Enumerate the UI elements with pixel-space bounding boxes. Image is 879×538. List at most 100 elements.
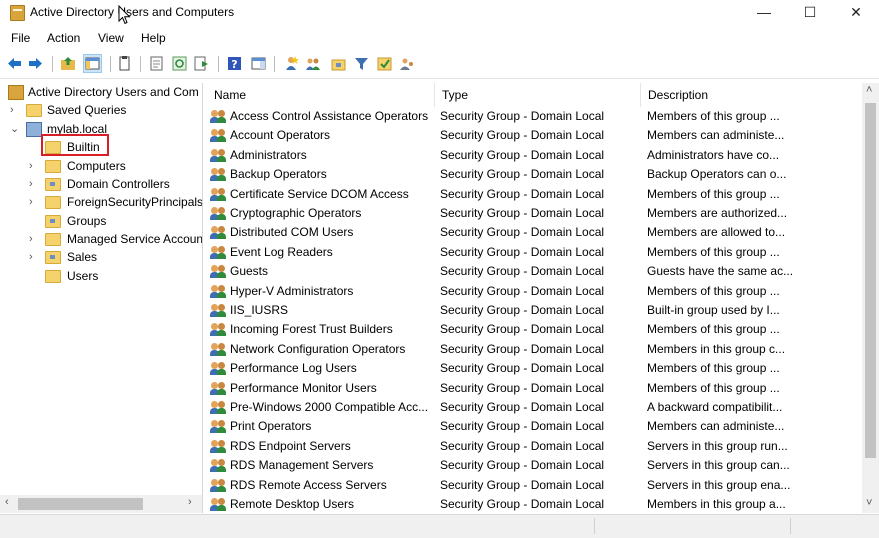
chevron-right-icon[interactable]: › xyxy=(29,230,33,248)
table-row[interactable]: Administrators Security Group - Domain Lo… xyxy=(206,146,862,165)
menu-action[interactable]: Action xyxy=(47,31,80,45)
scrollbar-thumb[interactable] xyxy=(865,103,876,458)
cell-name: RDS Remote Access Servers xyxy=(230,477,387,492)
app-icon xyxy=(10,5,25,21)
column-header-type[interactable]: Type xyxy=(434,83,641,107)
table-row[interactable]: Print Operators Security Group - Domain L… xyxy=(206,417,862,436)
security-group-icon xyxy=(210,342,226,356)
cell-description: Members of this group ... xyxy=(647,322,780,337)
cell-description: Members in this group c... xyxy=(647,341,786,356)
column-header-description[interactable]: Description xyxy=(640,83,862,107)
close-button[interactable]: ✕ xyxy=(833,0,879,26)
security-group-icon xyxy=(210,478,226,492)
table-row[interactable]: Remote Desktop Users Security Group - Dom… xyxy=(206,495,862,513)
cell-name: Performance Monitor Users xyxy=(230,380,377,395)
cell-name: Guests xyxy=(230,264,269,279)
cell-type: Security Group - Domain Local xyxy=(440,438,605,453)
table-row[interactable]: Network Configuration Operators Security … xyxy=(206,340,862,359)
cell-description: A backward compatibilit... xyxy=(647,400,783,414)
show-action-pane-icon[interactable] xyxy=(250,55,267,72)
chevron-right-icon[interactable]: › xyxy=(29,193,33,211)
table-row[interactable]: Hyper-V Administrators Security Group - D… xyxy=(206,282,862,301)
table-row[interactable]: Distributed COM Users Security Group - Do… xyxy=(206,223,862,242)
cell-name: Pre-Windows 2000 Compatible Acc... xyxy=(230,400,429,414)
cell-name: Network Configuration Operators xyxy=(230,341,406,356)
properties-icon[interactable] xyxy=(148,55,165,72)
security-group-icon xyxy=(210,498,226,511)
status-divider xyxy=(594,518,595,534)
menu-view[interactable]: View xyxy=(98,31,124,45)
table-row[interactable]: Performance Monitor Users Security Group … xyxy=(206,379,862,398)
cell-name: Incoming Forest Trust Builders xyxy=(230,322,393,337)
table-row[interactable]: Certificate Service DCOM Access Security … xyxy=(206,185,862,204)
table-row[interactable]: Performance Log Users Security Group - Do… xyxy=(206,359,862,378)
show-console-tree-icon[interactable] xyxy=(83,54,102,73)
back-arrow-icon[interactable] xyxy=(6,55,23,72)
table-row[interactable]: Incoming Forest Trust Builders Security G… xyxy=(206,320,862,339)
table-row[interactable]: Cryptographic Operators Security Group - … xyxy=(206,204,862,223)
table-row[interactable]: RDS Endpoint Servers Security Group - Dom… xyxy=(206,437,862,456)
up-folder-icon[interactable] xyxy=(60,55,77,72)
tree-item-label: Builtin xyxy=(67,140,100,154)
cell-description: Servers in this group run... xyxy=(647,438,788,453)
security-group-icon xyxy=(210,362,226,376)
cell-type: Security Group - Domain Local xyxy=(440,322,605,337)
title-bar: Active Directory Users and Computers — ☐… xyxy=(0,0,879,26)
folder-icon xyxy=(45,233,61,246)
export-list-icon[interactable] xyxy=(193,55,210,72)
add-to-group-icon[interactable] xyxy=(376,55,393,72)
security-group-icon xyxy=(210,207,226,220)
minimize-button[interactable]: — xyxy=(741,0,787,26)
menu-file[interactable]: File xyxy=(11,31,30,45)
scroll-right-icon[interactable]: › xyxy=(188,496,192,508)
scrollbar-thumb[interactable] xyxy=(18,498,143,510)
table-row[interactable]: Guests Security Group - Domain Local Guest… xyxy=(206,262,862,281)
delegate-icon[interactable] xyxy=(399,55,416,72)
list-vertical-scrollbar[interactable]: ˄ ˅ xyxy=(862,83,879,513)
cell-type: Security Group - Domain Local xyxy=(440,264,605,279)
column-header-label: Description xyxy=(648,88,709,102)
tree-item-label: ForeignSecurityPrincipals xyxy=(67,195,202,209)
scroll-down-icon[interactable]: ˅ xyxy=(866,497,872,509)
toolbar-separator xyxy=(140,56,141,72)
column-header-name[interactable]: Name xyxy=(206,83,435,107)
table-row[interactable]: Event Log Readers Security Group - Domain… xyxy=(206,243,862,262)
new-group-icon[interactable] xyxy=(305,55,322,72)
cell-name: RDS Management Servers xyxy=(230,458,374,473)
cell-type: Security Group - Domain Local xyxy=(440,109,605,123)
cell-name: Distributed COM Users xyxy=(230,225,354,240)
chevron-right-icon[interactable]: › xyxy=(29,248,33,266)
menu-bar: File Action View Help xyxy=(0,28,879,48)
new-user-icon[interactable] xyxy=(283,55,300,72)
table-row[interactable]: IIS_IUSRS Security Group - Domain Local Bu… xyxy=(206,301,862,320)
cell-name: RDS Endpoint Servers xyxy=(230,438,351,453)
delete-icon[interactable] xyxy=(116,55,133,72)
table-row[interactable]: RDS Remote Access Servers Security Group … xyxy=(206,476,862,495)
menu-help[interactable]: Help xyxy=(141,31,166,45)
maximize-button[interactable]: ☐ xyxy=(787,0,833,26)
cell-name: Hyper-V Administrators xyxy=(230,283,354,298)
cell-name: Access Control Assistance Operators xyxy=(230,109,429,123)
cell-type: Security Group - Domain Local xyxy=(440,419,605,434)
scroll-up-icon[interactable]: ˄ xyxy=(866,84,872,96)
toolbar-separator xyxy=(218,56,219,72)
table-row[interactable]: Backup Operators Security Group - Domain … xyxy=(206,165,862,184)
filter-icon[interactable] xyxy=(353,55,370,72)
tree-item-label: Computers xyxy=(67,159,126,173)
forward-arrow-icon[interactable] xyxy=(27,55,44,72)
mouse-cursor-icon xyxy=(118,5,131,25)
status-divider xyxy=(790,518,791,534)
chevron-right-icon[interactable]: › xyxy=(29,175,33,193)
help-icon[interactable]: ? xyxy=(226,55,243,72)
table-row[interactable]: Pre-Windows 2000 Compatible Acc... Securi… xyxy=(206,398,862,417)
cell-name: Cryptographic Operators xyxy=(230,206,362,220)
table-row[interactable]: RDS Management Servers Security Group - D… xyxy=(206,456,862,475)
chevron-right-icon[interactable]: › xyxy=(29,157,33,175)
table-row[interactable]: Access Control Assistance Operators Secur… xyxy=(206,107,862,126)
scroll-left-icon[interactable]: ‹ xyxy=(5,496,9,508)
refresh-icon[interactable] xyxy=(171,55,188,72)
tree-horizontal-scrollbar[interactable]: ‹ › xyxy=(0,495,202,513)
new-ou-icon[interactable] xyxy=(330,55,347,72)
tree-item-label: Groups xyxy=(67,214,107,228)
table-row[interactable]: Account Operators Security Group - Domain… xyxy=(206,126,862,145)
